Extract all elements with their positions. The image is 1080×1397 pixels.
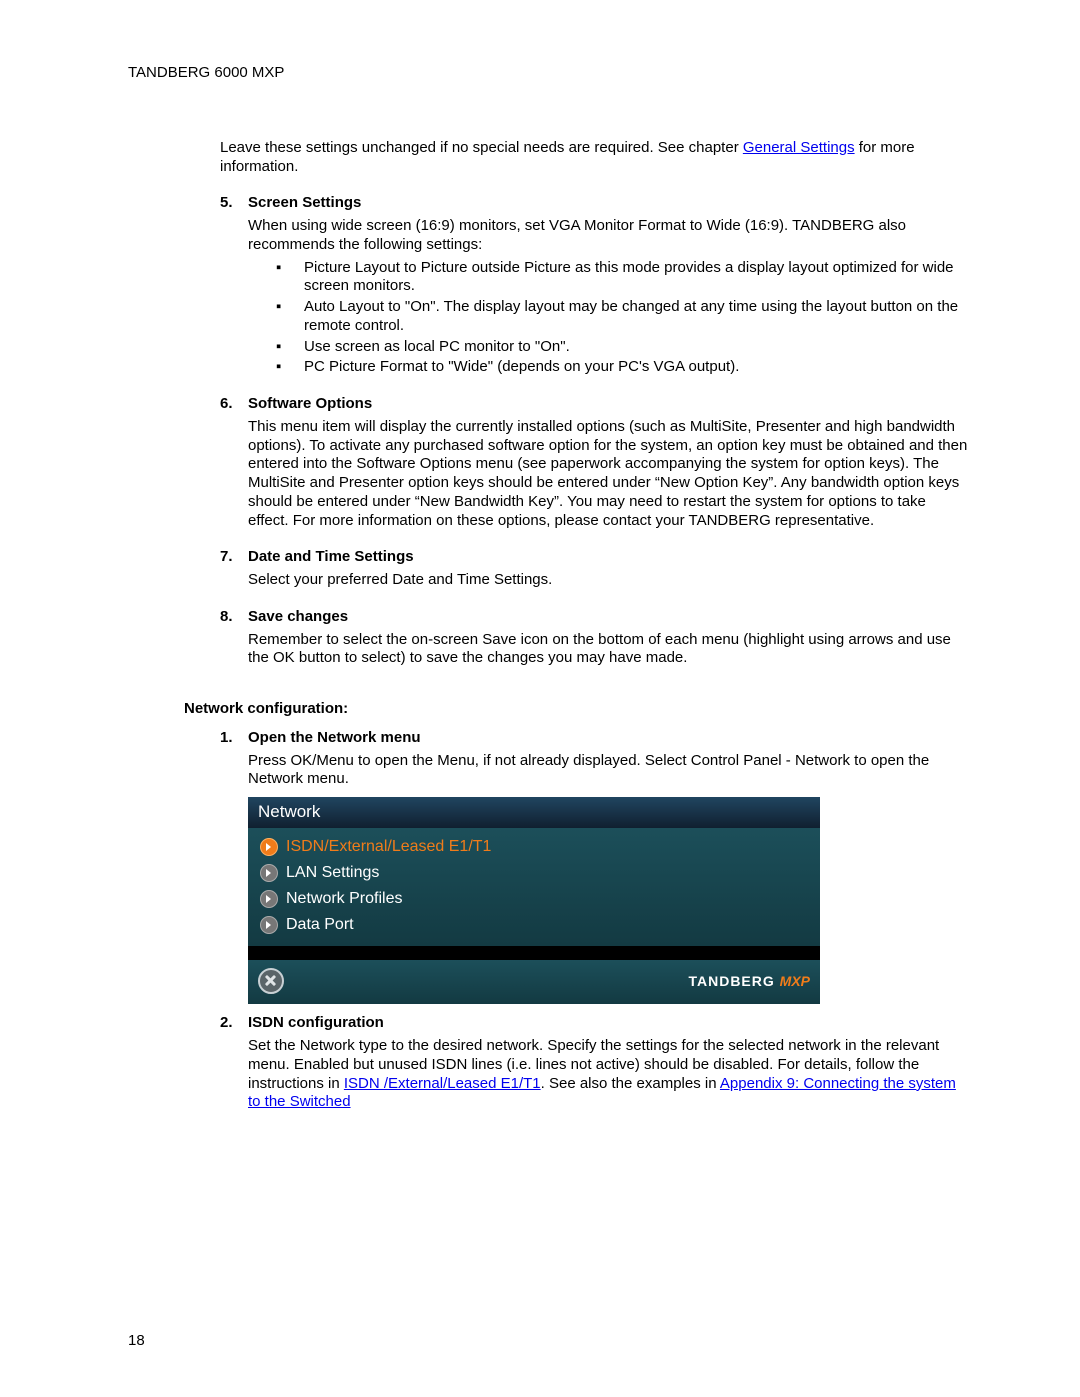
brand-accent: MXP xyxy=(780,973,810,989)
intro-text-before: Leave these settings unchanged if no spe… xyxy=(220,139,743,156)
item-5-body: When using wide screen (16:9) monitors, … xyxy=(248,217,970,255)
document-header: TANDBERG 6000 MXP xyxy=(128,64,970,83)
menu-item-label: LAN Settings xyxy=(286,863,379,883)
item-8-title: Save changes xyxy=(248,608,348,627)
menu-divider xyxy=(248,946,820,960)
item-7-number: 7. xyxy=(220,548,248,567)
menu-item-label: Data Port xyxy=(286,915,354,935)
bullet-row: ▪PC Picture Format to "Wide" (depends on… xyxy=(276,358,970,377)
close-icon[interactable] xyxy=(258,968,284,994)
bullet-text: Auto Layout to "On". The display layout … xyxy=(304,298,970,336)
content-body: Leave these settings unchanged if no spe… xyxy=(220,139,970,668)
network-menu-screenshot: Network ISDN/External/Leased E1/T1 LAN S… xyxy=(248,797,820,1004)
arrow-icon xyxy=(260,838,278,856)
bullet-marker-icon: ▪ xyxy=(276,358,304,377)
item-5-title: Screen Settings xyxy=(248,194,361,213)
item-6-body: This menu item will display the currentl… xyxy=(248,418,970,531)
arrow-icon xyxy=(260,916,278,934)
menu-item-lan[interactable]: LAN Settings xyxy=(258,860,810,886)
bullet-marker-icon: ▪ xyxy=(276,259,304,297)
arrow-icon xyxy=(260,890,278,908)
net-item-1-body: Press OK/Menu to open the Menu, if not a… xyxy=(248,752,970,790)
bullet-row: ▪Auto Layout to "On". The display layout… xyxy=(276,298,970,336)
net-item-1-title: Open the Network menu xyxy=(248,729,421,748)
item-5-bullets: ▪Picture Layout to Picture outside Pictu… xyxy=(276,259,970,378)
bullet-row: ▪Use screen as local PC monitor to "On". xyxy=(276,338,970,357)
net-item-1-number: 1. xyxy=(220,729,248,748)
general-settings-link[interactable]: General Settings xyxy=(743,139,855,156)
item-5-header: 5. Screen Settings xyxy=(220,194,970,213)
net-item-1-header: 1. Open the Network menu xyxy=(220,729,970,748)
menu-item-isdn[interactable]: ISDN/External/Leased E1/T1 xyxy=(258,834,810,860)
item-6-title: Software Options xyxy=(248,395,372,414)
net-item-2-body: Set the Network type to the desired netw… xyxy=(248,1037,970,1112)
brand-name: TANDBERG xyxy=(688,973,774,989)
bullet-text: Use screen as local PC monitor to "On". xyxy=(304,338,570,357)
item-7-body: Select your preferred Date and Time Sett… xyxy=(248,571,970,590)
item-8-body: Remember to select the on-screen Save ic… xyxy=(248,631,970,669)
bullet-text: PC Picture Format to "Wide" (depends on … xyxy=(304,358,739,377)
menu-title: Network xyxy=(248,797,820,828)
isdn-external-link[interactable]: ISDN /External/Leased E1/T1 xyxy=(344,1075,541,1092)
net-item-2-title: ISDN configuration xyxy=(248,1014,384,1033)
bullet-marker-icon: ▪ xyxy=(276,338,304,357)
page: TANDBERG 6000 MXP Leave these settings u… xyxy=(0,0,1080,1397)
item-7-title: Date and Time Settings xyxy=(248,548,414,567)
menu-footer: TANDBERG MXP xyxy=(248,960,820,1004)
brand-logo: TANDBERG MXP xyxy=(688,973,810,991)
item-8-number: 8. xyxy=(220,608,248,627)
item-6-header: 6. Software Options xyxy=(220,395,970,414)
menu-item-dataport[interactable]: Data Port xyxy=(258,912,810,938)
item-7-header: 7. Date and Time Settings xyxy=(220,548,970,567)
page-number: 18 xyxy=(128,1332,145,1351)
menu-item-label: ISDN/External/Leased E1/T1 xyxy=(286,837,491,857)
net-item-2-number: 2. xyxy=(220,1014,248,1033)
intro-paragraph: Leave these settings unchanged if no spe… xyxy=(220,139,970,177)
bullet-row: ▪Picture Layout to Picture outside Pictu… xyxy=(276,259,970,297)
network-config-heading: Network configuration: xyxy=(184,700,970,719)
isdn-body-part2: . See also the examples in xyxy=(541,1075,720,1092)
arrow-icon xyxy=(260,864,278,882)
menu-item-label: Network Profiles xyxy=(286,889,402,909)
bullet-text: Picture Layout to Picture outside Pictur… xyxy=(304,259,970,297)
item-8-header: 8. Save changes xyxy=(220,608,970,627)
bullet-marker-icon: ▪ xyxy=(276,298,304,336)
network-body: 1. Open the Network menu Press OK/Menu t… xyxy=(220,729,970,1112)
item-5-number: 5. xyxy=(220,194,248,213)
menu-item-profiles[interactable]: Network Profiles xyxy=(258,886,810,912)
item-6-number: 6. xyxy=(220,395,248,414)
net-item-2-header: 2. ISDN configuration xyxy=(220,1014,970,1033)
menu-list: ISDN/External/Leased E1/T1 LAN Settings … xyxy=(248,828,820,946)
